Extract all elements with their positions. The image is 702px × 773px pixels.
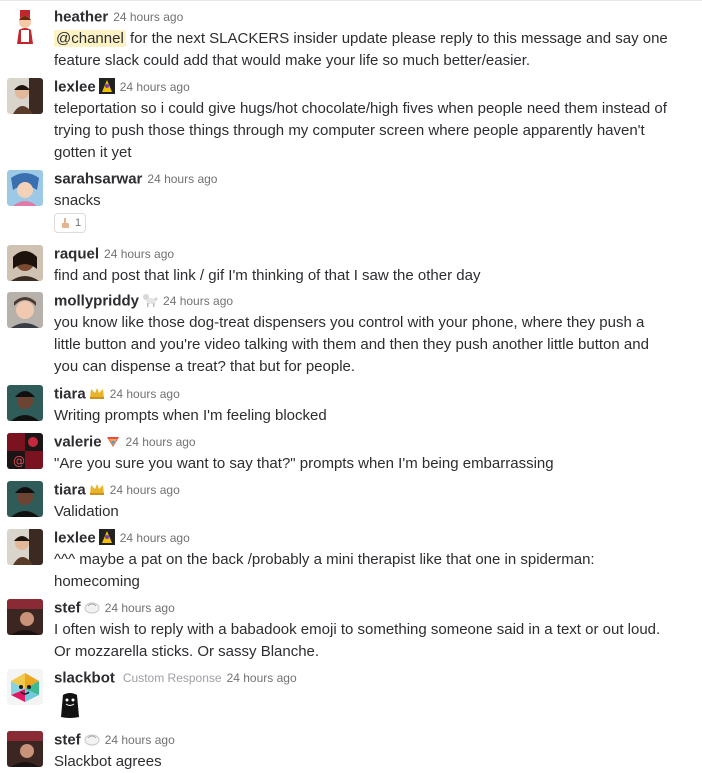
- message-text: ^^^ maybe a pat on the back /probably a …: [54, 551, 595, 590]
- babadook-image[interactable]: [57, 691, 83, 719]
- slackbot-avatar[interactable]: [7, 669, 43, 705]
- username[interactable]: sarahsarwar: [54, 170, 142, 187]
- username[interactable]: stef: [54, 731, 81, 748]
- reaction-pill[interactable]: 1: [54, 213, 87, 233]
- avatar[interactable]: [7, 529, 43, 565]
- timestamp[interactable]: 24 hours ago: [126, 435, 196, 449]
- message-text: @channel for the next SLACKERS insider u…: [54, 28, 674, 72]
- username[interactable]: tiara: [54, 481, 86, 498]
- message-body: for the next SLACKERS insider update ple…: [54, 30, 668, 69]
- message-text: Slackbot agrees: [54, 753, 162, 770]
- message-text: "Are you sure you want to say that?" pro…: [54, 455, 554, 472]
- channel-mention[interactable]: @channel: [54, 30, 126, 47]
- message-text: I often wish to reply with a babadook em…: [54, 621, 661, 660]
- username[interactable]: tiara: [54, 385, 86, 402]
- username[interactable]: valerie: [54, 433, 102, 450]
- status-emoji-icon: [98, 528, 115, 545]
- svg-text:@: @: [13, 454, 25, 468]
- timestamp[interactable]: 24 hours ago: [104, 247, 174, 261]
- avatar[interactable]: [7, 78, 43, 114]
- timestamp[interactable]: 24 hours ago: [110, 483, 180, 497]
- status-emoji-icon: [84, 731, 100, 747]
- avatar[interactable]: [7, 8, 43, 44]
- username[interactable]: lexlee: [54, 78, 96, 95]
- avatar[interactable]: [7, 170, 43, 206]
- username[interactable]: slackbot: [54, 669, 115, 686]
- point-up-emoji-icon: [62, 218, 69, 228]
- message-text: Validation: [54, 503, 119, 520]
- timestamp[interactable]: 24 hours ago: [147, 172, 217, 186]
- avatar[interactable]: [7, 292, 43, 328]
- avatar[interactable]: [7, 731, 43, 767]
- timestamp[interactable]: 24 hours ago: [113, 10, 183, 24]
- username[interactable]: mollypriddy: [54, 292, 139, 309]
- status-emoji-icon: [84, 599, 100, 615]
- timestamp[interactable]: 24 hours ago: [163, 294, 233, 308]
- avatar[interactable]: @: [7, 433, 43, 469]
- avatar[interactable]: [7, 481, 43, 517]
- message-text: snacks: [54, 192, 101, 209]
- poodle-emoji-icon: [142, 292, 158, 308]
- reaction-count: 1: [75, 217, 82, 229]
- avatar[interactable]: [7, 385, 43, 421]
- username[interactable]: lexlee: [54, 529, 96, 546]
- top-divider: [0, 0, 702, 1]
- avatar[interactable]: [7, 599, 43, 635]
- message-text: find and post that link / gif I'm thinki…: [54, 267, 481, 284]
- message-text: you know like those dog-treat dispensers…: [54, 314, 649, 375]
- status-emoji-icon: [98, 77, 115, 94]
- custom-response-label: Custom Response: [122, 670, 222, 685]
- timestamp[interactable]: 24 hours ago: [105, 601, 175, 615]
- avatar[interactable]: [7, 245, 43, 281]
- rainbow-heart-icon: [105, 433, 121, 449]
- timestamp[interactable]: 24 hours ago: [110, 387, 180, 401]
- timestamp[interactable]: 24 hours ago: [120, 80, 190, 94]
- crown-emoji-icon: [89, 481, 105, 497]
- timestamp[interactable]: 24 hours ago: [105, 733, 175, 747]
- message-text: teleportation so i could give hugs/hot c…: [54, 100, 667, 161]
- crown-emoji-icon: [89, 385, 105, 401]
- timestamp[interactable]: 24 hours ago: [227, 671, 297, 685]
- username[interactable]: raquel: [54, 245, 99, 262]
- message-text: Writing prompts when I'm feeling blocked: [54, 407, 327, 424]
- timestamp[interactable]: 24 hours ago: [120, 531, 190, 545]
- username[interactable]: stef: [54, 599, 81, 616]
- username[interactable]: heather: [54, 8, 108, 25]
